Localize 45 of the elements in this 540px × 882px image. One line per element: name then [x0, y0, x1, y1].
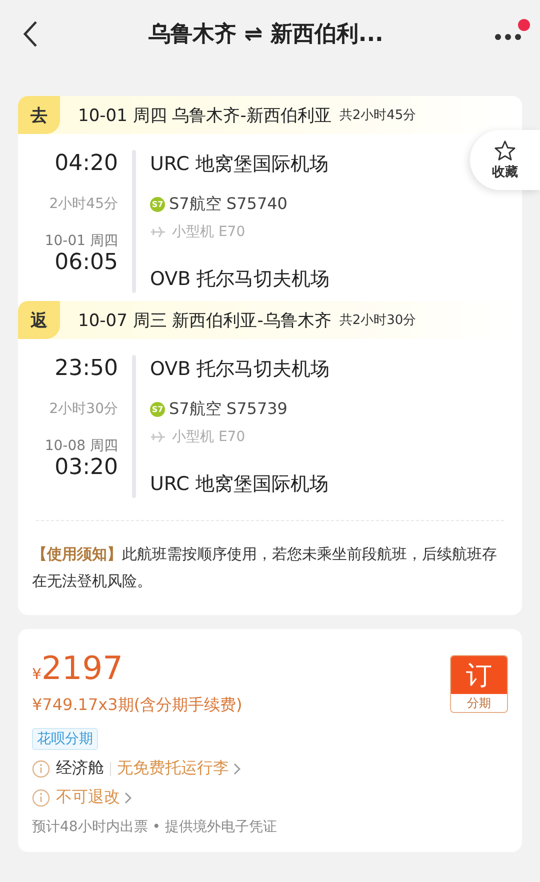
more-icon [494, 33, 522, 41]
book-button[interactable]: 订 分期 [450, 655, 508, 713]
currency-symbol: ¥ [32, 665, 42, 683]
favorite-button[interactable]: 收藏 [470, 130, 540, 190]
arrival-airport: OVB 托尔马切夫机场 [150, 267, 330, 292]
total-duration: 共2小时30分 [339, 312, 416, 329]
leg-heading: 10-07 周三 新西伯利亚-乌鲁木齐 [78, 310, 332, 332]
arrival-time: 06:05 [54, 249, 118, 277]
leg-heading: 10-01 周四 乌鲁木齐-新西伯利亚 [78, 104, 332, 126]
flight-duration: 2小时45分 [49, 195, 118, 213]
departure-airport: OVB 托尔马切夫机场 [150, 357, 330, 382]
airline-flight: S7航空 S75739 [169, 399, 288, 420]
chevron-icon [233, 762, 241, 774]
arrival-time: 03:20 [54, 454, 118, 482]
plane-icon [150, 226, 166, 238]
aircraft-type: 小型机 E70 [172, 223, 246, 241]
installment-tag: 花呗分期 [32, 728, 98, 750]
info-icon [32, 788, 50, 806]
arrival-date: 10-08 周四 [44, 438, 118, 454]
leg-tag: 去 [18, 96, 60, 134]
leg-tag: 返 [18, 301, 60, 339]
ticketing-note: 预计48小时内出票 • 提供境外电子凭证 [32, 818, 278, 836]
airline-logo: S7 [150, 197, 165, 212]
price-amount: 2197 [42, 649, 123, 687]
info-icon [32, 760, 50, 778]
arrival-airport: URC 地窝堡国际机场 [150, 472, 328, 497]
departure-airport: URC 地窝堡国际机场 [150, 152, 328, 177]
plane-icon [150, 431, 166, 443]
star-icon [494, 140, 516, 160]
policy-link[interactable]: 不可退改 [56, 787, 132, 808]
airline-flight: S7航空 S75740 [169, 194, 288, 215]
chevron-icon [124, 792, 132, 804]
back-icon[interactable] [22, 20, 38, 48]
departure-time: 04:20 [54, 150, 118, 178]
aircraft-type: 小型机 E70 [172, 428, 246, 446]
usage-notice: 【使用须知】此航班需按顺序使用，若您未乘坐前段航班，后续航班存在无法登机风险。 [32, 544, 498, 592]
arrival-date: 10-01 周四 [44, 233, 118, 249]
installment-price: ¥749.17x3期(含分期手续费) [32, 695, 242, 716]
cabin-class: 经济舱 [56, 758, 104, 779]
policy-link[interactable]: 无免费托运行李 [117, 758, 241, 779]
flight-duration: 2小时30分 [49, 400, 118, 418]
airline-logo: S7 [150, 402, 165, 417]
page-title: 乌鲁木齐 ⇌ 新西伯利... [148, 20, 384, 49]
departure-time: 23:50 [54, 355, 118, 383]
total-duration: 共2小时45分 [339, 107, 416, 124]
